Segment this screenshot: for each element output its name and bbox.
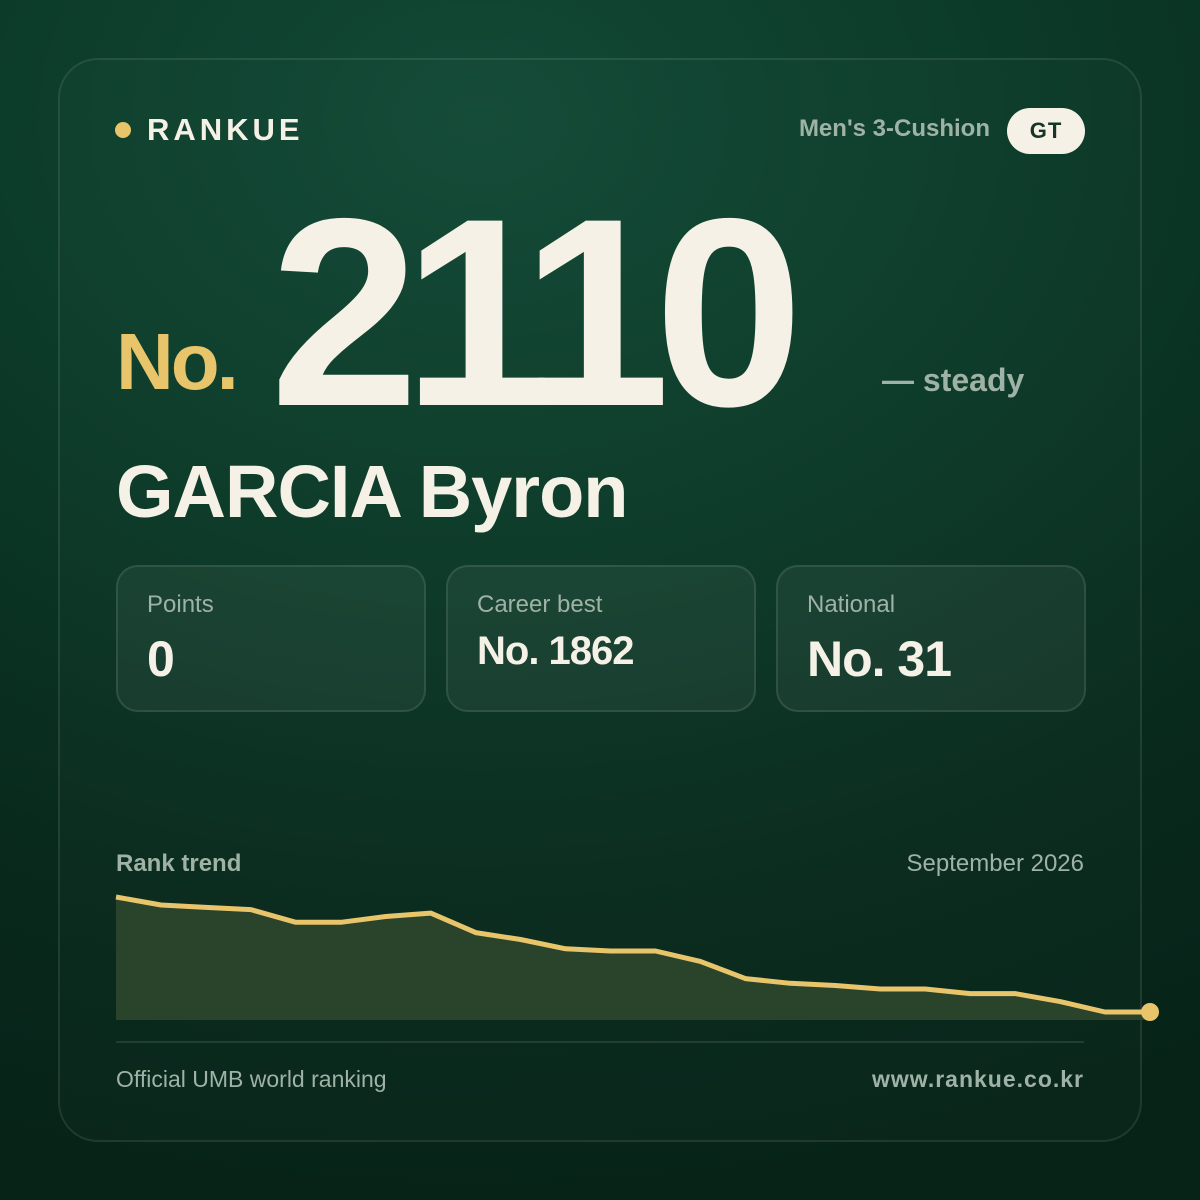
stat-value: No. 1862	[477, 629, 635, 673]
brand-dot-icon	[115, 122, 131, 138]
trend-date: September 2026	[906, 850, 1084, 877]
rank-number: 2110	[270, 162, 803, 462]
stat-value: 0	[147, 631, 175, 687]
trend-current-point	[1141, 1003, 1159, 1021]
category-label: Men's 3-Cushion	[798, 115, 990, 142]
player-name: GARCIA Byron	[116, 450, 628, 533]
stat-label: Points	[147, 591, 214, 618]
footer-source: Official UMB world ranking	[116, 1066, 387, 1092]
rank-prefix: No.	[116, 317, 239, 406]
brand-name: RANKUE	[147, 112, 304, 147]
trend-title: Rank trend	[116, 850, 242, 877]
stat-label: National	[807, 591, 896, 618]
rank-change: — steady	[882, 362, 1025, 398]
footer-website: www.rankue.co.kr	[872, 1066, 1084, 1092]
stat-career-best: Career best No. 1862	[446, 565, 756, 712]
country-badge: GT	[1007, 108, 1085, 154]
footer-divider	[116, 1041, 1084, 1043]
stat-label: Career best	[477, 591, 603, 618]
stat-national: National No. 31	[776, 565, 1086, 712]
stat-points: Points 0	[116, 565, 426, 712]
stat-value: No. 31	[807, 631, 952, 687]
brand: RANKUE	[115, 112, 304, 148]
